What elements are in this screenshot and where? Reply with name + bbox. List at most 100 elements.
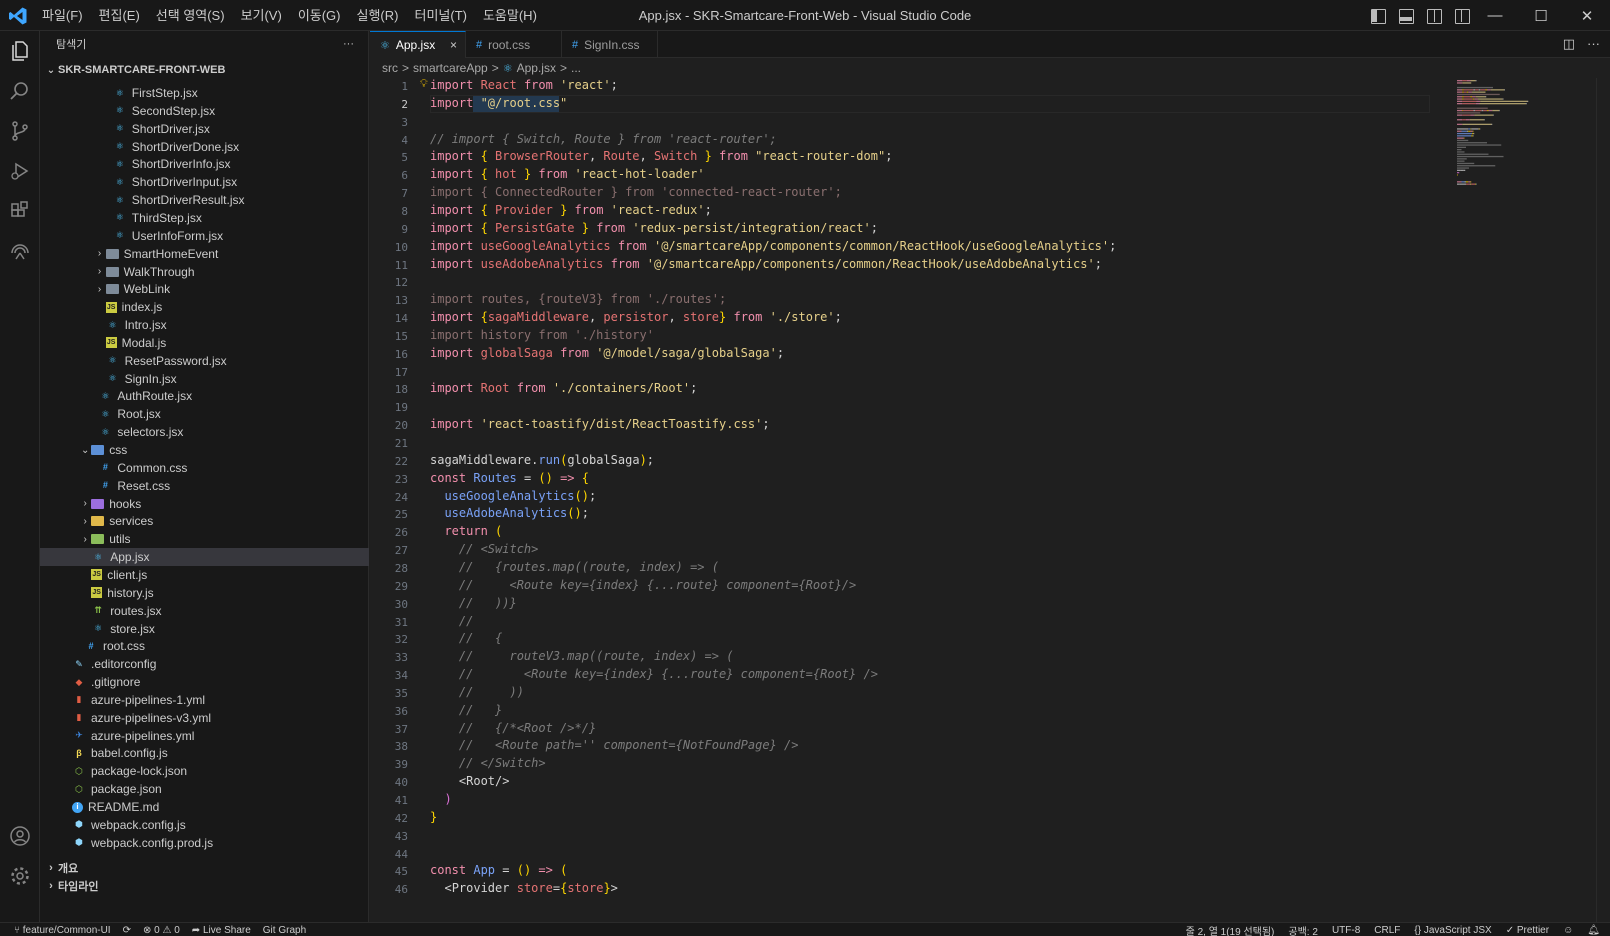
tab-signin-css[interactable]: # SignIn.css [562,31,658,58]
tree-item[interactable]: ⚛ ShortDriver.jsx [40,120,369,138]
tree-item[interactable]: ▮ azure-pipelines-1.yml [40,691,369,709]
run-debug-icon[interactable] [0,151,40,191]
tree-item[interactable]: # Reset.css [40,477,369,495]
tree-item[interactable]: ⬡ package.json [40,780,369,798]
code-editor[interactable]: 1 import React from 'react'; 2 import "@/ro… [370,78,1610,922]
toggle-panel-icon[interactable] [1396,6,1416,26]
tree-item[interactable]: ⚛ SignIn.jsx [40,370,369,388]
code-line: // routeV3.map((route, index) => ( [430,649,734,663]
tree-item[interactable]: › WalkThrough [40,263,369,281]
branch-status[interactable]: ⑂ feature/Common-UI [14,925,111,936]
problems-status[interactable]: ⊗ 0 ⚠ 0 [143,925,180,936]
tree-item[interactable]: i README.md [40,798,369,816]
tree-item[interactable]: ✈ azure-pipelines.yml [40,727,369,745]
settings-gear-icon[interactable] [0,856,40,896]
minimize-button[interactable]: — [1472,0,1518,31]
tree-item[interactable]: ⚛ ResetPassword.jsx [40,352,369,370]
notifications-bell-icon[interactable]: 🔔︎ [1587,925,1600,936]
menu-item[interactable]: 터미널(T) [406,0,474,31]
tree-item[interactable]: ⚛ UserInfoForm.jsx [40,227,369,245]
menu-item[interactable]: 파일(F) [34,0,91,31]
search-icon[interactable] [0,71,40,111]
live-share-button[interactable]: ➦ Live Share [192,925,251,936]
line-number: 34 [394,669,408,683]
tab-root-css[interactable]: # root.css [466,31,562,58]
workspace-root[interactable]: ⌄ SKR-SMARTCARE-FRONT-WEB [40,61,368,79]
menu-item[interactable]: 도움말(H) [475,0,545,31]
tab-app-jsx[interactable]: ⚛ App.jsx × [370,31,466,58]
tree-item[interactable]: ⇈ routes.jsx [40,602,369,620]
minimap[interactable] [1455,78,1555,228]
tree-item[interactable]: › hooks [40,495,369,513]
tree-item[interactable]: ⚛ Intro.jsx [40,316,369,334]
tree-item[interactable]: JS client.js [40,566,369,584]
tree-item[interactable]: › WebLink [40,280,369,298]
tree-item[interactable]: JS Modal.js [40,334,369,352]
outline-section[interactable]: › 개요 [40,859,369,877]
sync-button[interactable]: ⟳ [123,925,131,936]
tree-item[interactable]: ⬢ webpack.config.js [40,816,369,834]
tree-item[interactable]: ⚛ selectors.jsx [40,423,369,441]
more-editor-actions-icon[interactable]: ··· [1587,36,1600,52]
customize-layout-icon[interactable] [1452,6,1472,26]
feedback-icon[interactable]: ☺ [1563,925,1573,936]
tree-item[interactable]: ◆ .gitignore [40,673,369,691]
tree-item[interactable]: β babel.config.js [40,744,369,762]
remote-explorer-icon[interactable] [0,231,40,271]
tree-item[interactable]: ⚛ App.jsx [40,548,369,567]
tree-item[interactable]: ⚛ Root.jsx [40,405,369,423]
tree-item[interactable]: ✎ .editorconfig [40,655,369,673]
eol-status[interactable]: CRLF [1374,925,1400,936]
menu-item[interactable]: 편집(E) [91,0,148,31]
maximize-button[interactable]: ☐ [1518,0,1564,31]
toggle-primary-sidebar-icon[interactable] [1368,6,1388,26]
toggle-secondary-sidebar-icon[interactable] [1424,6,1444,26]
breadcrumb-item[interactable]: ... [571,61,581,75]
breadcrumb-item[interactable]: smartcareApp [413,61,488,75]
close-tab-icon[interactable]: × [450,38,457,52]
tree-item[interactable]: › services [40,512,369,530]
tree-item[interactable]: ⚛ ShortDriverInput.jsx [40,173,369,191]
editor-scrollbar[interactable] [1596,78,1610,922]
menu-item[interactable]: 실행(R) [349,0,407,31]
language-mode[interactable]: {} JavaScript JSX [1414,925,1491,936]
cursor-position[interactable]: 줄 2, 열 1(19 선택됨) [1186,923,1275,936]
extensions-icon[interactable] [0,191,40,231]
close-window-button[interactable]: ✕ [1564,0,1610,31]
tree-item[interactable]: ⬡ package-lock.json [40,762,369,780]
tree-item[interactable]: ▮ azure-pipelines-v3.yml [40,709,369,727]
more-actions-button[interactable]: ··· [343,38,354,50]
tree-item[interactable]: ⚛ ShortDriverInfo.jsx [40,155,369,173]
breadcrumb-item[interactable]: src [382,61,398,75]
account-icon[interactable] [0,816,40,856]
tree-item[interactable]: › utils [40,530,369,548]
tree-item[interactable]: ⬢ webpack.config.prod.js [40,834,369,852]
code-token: globalSaga [480,345,561,360]
tree-item[interactable]: ⚛ ShortDriverResult.jsx [40,191,369,209]
encoding-status[interactable]: UTF-8 [1332,925,1360,936]
tree-item[interactable]: JS index.js [40,298,369,316]
tree-item[interactable]: ⚛ AuthRoute.jsx [40,387,369,405]
lightbulb-icon[interactable]: 💡︎ [420,78,428,91]
timeline-section[interactable]: › 타임라인 [40,877,369,895]
source-control-icon[interactable] [0,111,40,151]
tree-item[interactable]: ⚛ ShortDriverDone.jsx [40,138,369,156]
explorer-icon[interactable] [0,31,40,71]
tree-item[interactable]: ⚛ FirstStep.jsx [40,84,369,102]
tree-item[interactable]: JS history.js [40,584,369,602]
breadcrumb-item[interactable]: App.jsx [517,61,556,75]
tree-item[interactable]: › SmartHomeEvent [40,245,369,263]
menu-item[interactable]: 보기(V) [233,0,290,31]
tree-item[interactable]: ⚛ ThirdStep.jsx [40,209,369,227]
menu-item[interactable]: 이동(G) [290,0,349,31]
prettier-status[interactable]: ✓ Prettier [1506,925,1549,936]
menu-item[interactable]: 선택 영역(S) [148,0,233,31]
tree-item[interactable]: ⚛ store.jsx [40,620,369,638]
git-graph-button[interactable]: Git Graph [263,925,306,936]
tree-item[interactable]: ⚛ SecondStep.jsx [40,102,369,120]
tree-item[interactable]: # Common.css [40,459,369,477]
split-editor-icon[interactable]: ◫ [1563,36,1575,52]
tree-item[interactable]: # root.css [40,637,369,655]
tree-item[interactable]: ⌄ css [40,441,369,459]
indentation-status[interactable]: 공백: 2 [1288,923,1318,936]
